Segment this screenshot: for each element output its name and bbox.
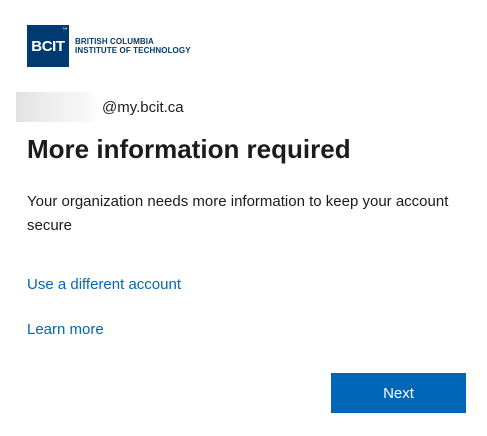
use-different-account-link[interactable]: Use a different account (27, 276, 181, 293)
trademark-symbol: ™ (62, 27, 67, 33)
redacted-username (16, 92, 100, 122)
account-identifier: @my.bcit.ca (16, 92, 184, 122)
logo-line-1: BRITISH COLUMBIA (75, 37, 154, 46)
learn-more-link[interactable]: Learn more (27, 321, 104, 338)
logo-mark-text: BCIT (31, 37, 65, 55)
organization-logo: BCIT ™ BRITISH COLUMBIA INSTITUTE OF TEC… (27, 25, 191, 67)
logo-line-2: INSTITUTE OF TECHNOLOGY (75, 46, 191, 55)
description-text: Your organization needs more information… (27, 193, 449, 234)
logo-wordmark: BRITISH COLUMBIA INSTITUTE OF TECHNOLOGY (75, 37, 191, 55)
bcit-logo-mark: BCIT ™ (27, 25, 69, 67)
next-button[interactable]: Next (331, 373, 466, 413)
page-title: More information required (27, 134, 351, 164)
account-domain: @my.bcit.ca (102, 98, 184, 116)
